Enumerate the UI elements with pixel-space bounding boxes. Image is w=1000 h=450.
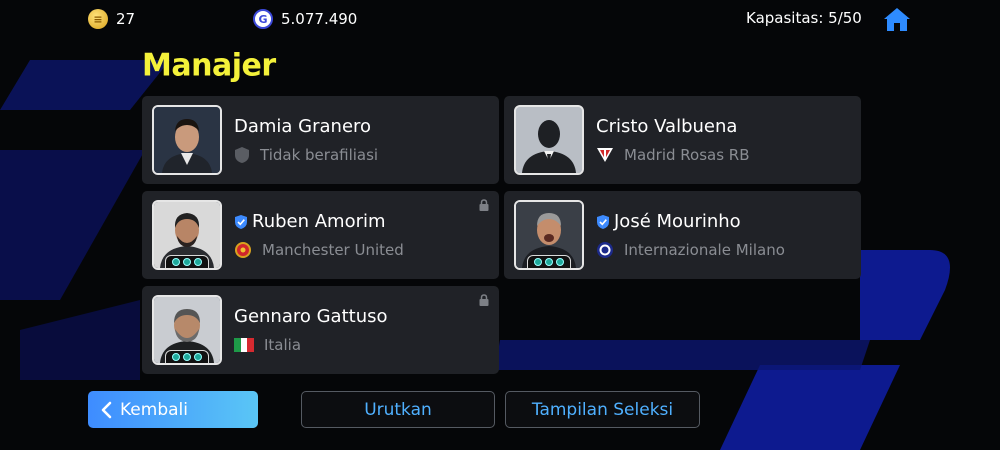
manager-portrait	[152, 295, 222, 365]
manager-portrait	[152, 105, 222, 175]
manager-card[interactable]: Gennaro Gattuso Italia	[142, 286, 499, 374]
manager-portrait	[514, 105, 584, 175]
manager-card[interactable]: Damia Granero Tidak berafiliasi	[142, 96, 499, 184]
shield-icon	[235, 147, 249, 163]
gp-count: 5.077.490	[281, 10, 358, 28]
top-bar: ≡ 27 G 5.077.490 Kapasitas: 5/50	[0, 0, 1000, 36]
gp-icon: G	[253, 9, 273, 29]
manager-card[interactable]: Cristo Valbuena Madrid Rosas RB	[504, 96, 861, 184]
page-title: Manajer	[142, 47, 276, 84]
coin-balance: ≡ 27	[88, 9, 135, 29]
lock-icon	[479, 294, 489, 306]
manager-name: Cristo Valbuena	[596, 116, 738, 137]
back-button[interactable]: Kembali	[88, 391, 258, 428]
skill-badge	[527, 255, 571, 268]
verified-badge-icon	[235, 214, 247, 229]
club-crest-icon	[597, 148, 613, 162]
manager-name: Damia Granero	[234, 116, 372, 137]
gp-balance: G 5.077.490	[253, 9, 357, 29]
manager-club: Madrid Rosas RB	[596, 146, 750, 164]
selection-view-button[interactable]: Tampilan Seleksi	[505, 391, 700, 428]
skill-badge	[165, 350, 209, 363]
manager-club: Manchester United	[234, 241, 404, 259]
verified-badge-icon	[597, 214, 609, 229]
skill-badge	[165, 255, 209, 268]
club-name: Internazionale Milano	[624, 241, 785, 259]
italy-flag-icon	[234, 338, 254, 352]
manager-name: José Mourinho	[596, 211, 741, 232]
manager-name: Gennaro Gattuso	[234, 306, 388, 327]
manager-card[interactable]: José Mourinho Internazionale Milano	[504, 191, 861, 279]
manager-club: Italia	[234, 336, 301, 354]
home-icon[interactable]	[883, 6, 911, 32]
manager-card[interactable]: Ruben Amorim Manchester United	[142, 191, 499, 279]
club-name: Madrid Rosas RB	[624, 146, 750, 164]
club-name: Italia	[264, 336, 302, 354]
manager-name: Ruben Amorim	[234, 211, 386, 232]
coin-count: 27	[116, 10, 136, 28]
chevron-left-icon	[101, 401, 112, 418]
manager-club: Internazionale Milano	[596, 241, 785, 259]
manager-name-text: Ruben Amorim	[252, 211, 386, 232]
manager-portrait	[152, 200, 222, 270]
manchester-united-crest-icon	[235, 242, 251, 258]
back-button-label: Kembali	[120, 399, 188, 420]
sort-button[interactable]: Urutkan	[301, 391, 495, 428]
manager-club: Tidak berafiliasi	[234, 146, 378, 164]
club-name: Tidak berafiliasi	[260, 146, 379, 164]
coin-icon: ≡	[88, 9, 108, 29]
capacity-label: Kapasitas: 5/50	[746, 9, 862, 27]
inter-milan-crest-icon	[597, 242, 613, 258]
club-name: Manchester United	[262, 241, 404, 259]
manager-name-text: José Mourinho	[614, 211, 741, 232]
manager-portrait	[514, 200, 584, 270]
lock-icon	[479, 199, 489, 211]
